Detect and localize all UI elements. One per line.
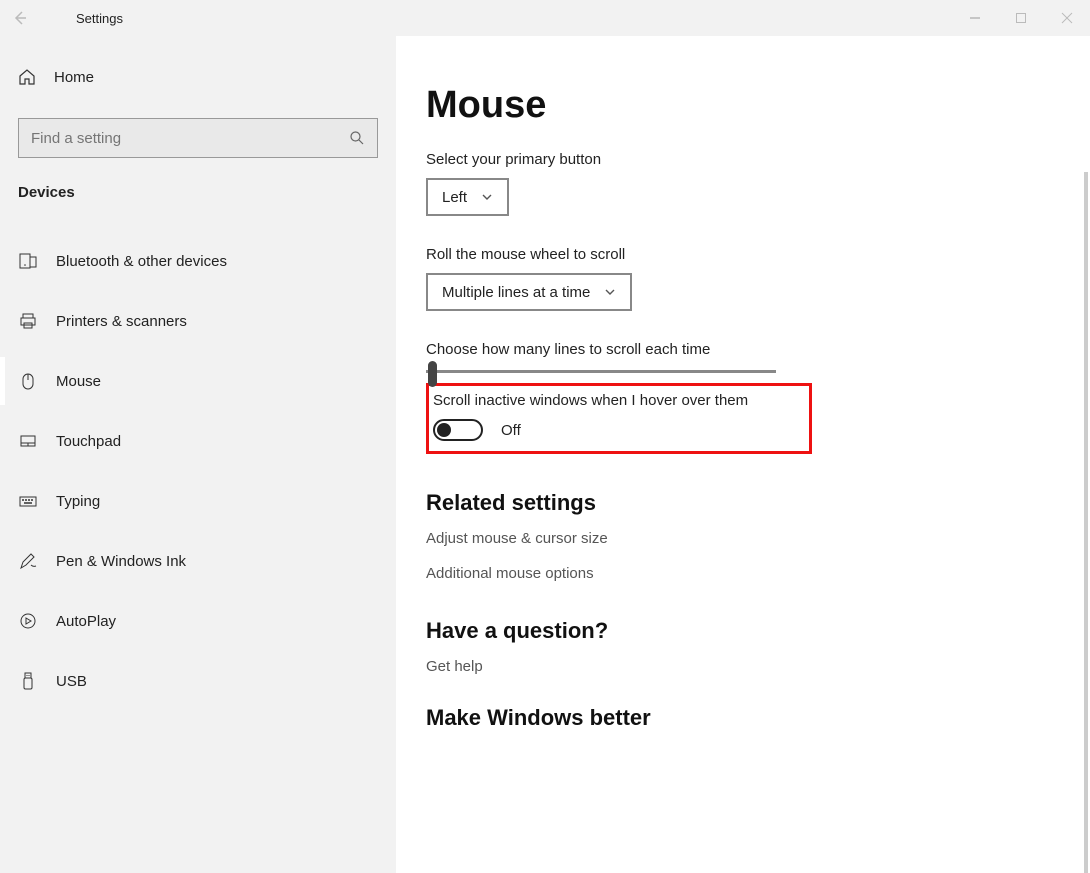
sidebar-item-label: Bluetooth & other devices <box>56 253 227 270</box>
close-icon <box>1061 12 1073 24</box>
question-heading: Have a question? <box>426 618 1090 644</box>
usb-icon <box>18 671 38 691</box>
slider-thumb[interactable] <box>428 361 437 387</box>
sidebar-item-label: Mouse <box>56 373 101 390</box>
sidebar-item-label: Touchpad <box>56 433 121 450</box>
bluetooth-devices-icon <box>18 251 38 271</box>
minimize-icon <box>969 12 981 24</box>
scroll-inactive-label: Scroll inactive windows when I hover ove… <box>433 392 799 409</box>
sidebar-item-label: Pen & Windows Ink <box>56 553 186 570</box>
sidebar-item-touchpad[interactable]: Touchpad <box>0 411 396 471</box>
maximize-button[interactable] <box>998 0 1044 36</box>
home-nav[interactable]: Home <box>0 50 396 104</box>
chevron-down-icon <box>604 286 616 298</box>
search-box[interactable] <box>18 118 378 158</box>
sidebar-item-label: USB <box>56 673 87 690</box>
sidebar-item-label: Typing <box>56 493 100 510</box>
main-content: Mouse Select your primary button Left Ro… <box>396 36 1090 873</box>
feedback-heading: Make Windows better <box>426 705 1090 731</box>
scroll-inactive-toggle[interactable] <box>433 419 483 441</box>
printer-icon <box>18 311 38 331</box>
chevron-down-icon <box>481 191 493 203</box>
adjust-mouse-size-link[interactable]: Adjust mouse & cursor size <box>426 530 1090 547</box>
sidebar-item-autoplay[interactable]: AutoPlay <box>0 591 396 651</box>
toggle-knob <box>437 423 451 437</box>
minimize-button[interactable] <box>952 0 998 36</box>
additional-mouse-options-link[interactable]: Additional mouse options <box>426 565 1090 582</box>
pen-icon <box>18 551 38 571</box>
lines-per-scroll-slider[interactable] <box>426 370 776 373</box>
search-input[interactable] <box>31 130 315 147</box>
lines-per-scroll-label: Choose how many lines to scroll each tim… <box>426 341 1090 358</box>
sidebar-item-label: AutoPlay <box>56 613 116 630</box>
close-button[interactable] <box>1044 0 1090 36</box>
window-controls <box>952 0 1090 36</box>
window-title: Settings <box>76 11 123 26</box>
sidebar-item-usb[interactable]: USB <box>0 651 396 711</box>
page-title: Mouse <box>426 84 1090 127</box>
highlighted-setting: Scroll inactive windows when I hover ove… <box>426 383 812 454</box>
sidebar-item-printers-scanners[interactable]: Printers & scanners <box>0 291 396 351</box>
sidebar: Home Devices Bluetooth & other devices Pr… <box>0 36 396 873</box>
autoplay-icon <box>18 611 38 631</box>
mouse-icon <box>18 371 38 391</box>
sidebar-nav: Bluetooth & other devices Printers & scan… <box>0 231 396 711</box>
sidebar-section-label: Devices <box>18 184 396 201</box>
primary-button-dropdown[interactable]: Left <box>426 178 509 216</box>
home-icon <box>18 68 36 86</box>
related-settings-heading: Related settings <box>426 490 1090 516</box>
titlebar: Settings <box>0 0 1090 36</box>
wheel-scroll-dropdown[interactable]: Multiple lines at a time <box>426 273 632 311</box>
sidebar-item-bluetooth-other-devices[interactable]: Bluetooth & other devices <box>0 231 396 291</box>
sidebar-item-pen-windows-ink[interactable]: Pen & Windows Ink <box>0 531 396 591</box>
scrollbar[interactable] <box>1084 172 1088 873</box>
sidebar-item-mouse[interactable]: Mouse <box>0 351 396 411</box>
back-button[interactable] <box>0 10 40 26</box>
wheel-scroll-label: Roll the mouse wheel to scroll <box>426 246 1090 263</box>
primary-button-label: Select your primary button <box>426 151 1090 168</box>
keyboard-icon <box>18 491 38 511</box>
get-help-link[interactable]: Get help <box>426 658 1090 675</box>
maximize-icon <box>1015 12 1027 24</box>
touchpad-icon <box>18 431 38 451</box>
sidebar-item-label: Printers & scanners <box>56 313 187 330</box>
wheel-scroll-value: Multiple lines at a time <box>442 284 590 301</box>
search-icon <box>349 130 365 146</box>
scroll-inactive-state: Off <box>501 422 521 439</box>
sidebar-item-typing[interactable]: Typing <box>0 471 396 531</box>
primary-button-value: Left <box>442 189 467 206</box>
back-arrow-icon <box>12 10 28 26</box>
home-label: Home <box>54 69 94 86</box>
